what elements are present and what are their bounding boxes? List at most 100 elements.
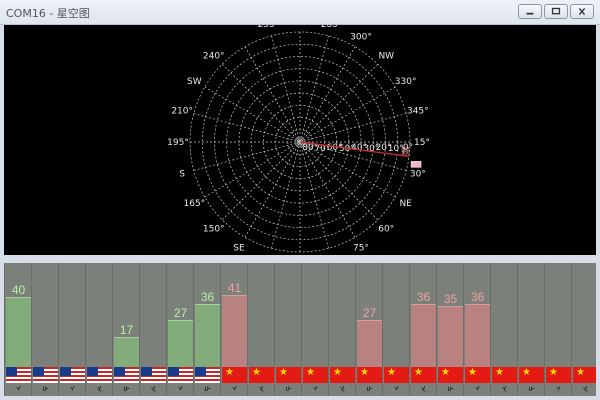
azimuth-label: 240°	[203, 52, 225, 62]
minimize-button[interactable]	[518, 4, 542, 19]
prn-label: ሃ	[16, 384, 21, 393]
snr-column[interactable]: 40 ሃ	[4, 263, 32, 396]
snr-value-label: 36	[416, 290, 431, 304]
snr-column[interactable]: 27 ★ ሁ	[355, 263, 383, 396]
azimuth-label: 255°	[258, 25, 280, 30]
azimuth-label: 345°	[407, 106, 429, 116]
azimuth-spoke	[244, 46, 301, 143]
azimuth-label: 150°	[203, 224, 225, 234]
snr-bar	[465, 304, 491, 368]
snr-column[interactable]: 36 ★ ሂ	[409, 263, 437, 396]
azimuth-spoke	[299, 113, 407, 143]
window-title: COM16 - 星空图	[6, 7, 90, 20]
azimuth-label: 75°	[353, 244, 369, 254]
china-flag-icon: ★	[222, 367, 248, 383]
snr-column[interactable]: ★ ሃ	[301, 263, 329, 396]
prn-label: ሁ	[123, 384, 130, 393]
china-flag-icon: ★	[330, 367, 356, 383]
snr-column[interactable]: ★ ሂ	[571, 263, 596, 396]
snr-value-label: 41	[227, 281, 242, 295]
azimuth-label: S	[179, 170, 185, 180]
snr-column[interactable]: 36 ★ ሃ	[463, 263, 491, 396]
prn-label: ሃ	[394, 384, 399, 393]
snr-value-label: 36	[470, 290, 485, 304]
maximize-icon	[551, 7, 561, 15]
close-button[interactable]	[570, 4, 594, 19]
snr-column[interactable]: ሃ	[58, 263, 86, 396]
china-flag-icon: ★	[384, 367, 410, 383]
us-flag-icon	[33, 367, 59, 383]
snr-column[interactable]: 17 ሁ	[112, 263, 140, 396]
snr-value-label: 40	[11, 283, 26, 297]
azimuth-spoke	[299, 141, 329, 249]
minimize-icon	[526, 12, 534, 15]
title-bar[interactable]: COM16 - 星空图	[0, 0, 600, 25]
snr-column[interactable]: ★ ሂ	[328, 263, 356, 396]
azimuth-spoke	[299, 35, 329, 143]
snr-column[interactable]: ★ ሁ	[274, 263, 302, 396]
china-flag-icon: ★	[438, 367, 464, 383]
azimuth-spoke	[299, 63, 379, 143]
snr-value-label: 17	[119, 323, 134, 337]
snr-value-label: 27	[173, 306, 188, 320]
azimuth-spoke	[221, 63, 301, 143]
snr-column[interactable]: 36 ሁ	[193, 263, 221, 396]
azimuth-label: SE	[233, 244, 245, 254]
azimuth-label: 330°	[395, 77, 417, 87]
snr-column[interactable]: ★ ሂ	[490, 263, 518, 396]
snr-bar	[222, 295, 248, 368]
us-flag-icon	[87, 367, 113, 383]
snr-column[interactable]: 35 ★ ሁ	[436, 263, 464, 396]
prn-label: ሃ	[475, 384, 480, 393]
snr-value-label: 27	[362, 306, 377, 320]
snr-column[interactable]: 27 ሃ	[166, 263, 194, 396]
azimuth-spoke	[271, 35, 301, 143]
us-flag-icon	[141, 367, 167, 383]
prn-label: ሂ	[340, 384, 345, 393]
maximize-button[interactable]	[544, 4, 568, 19]
azimuth-spoke	[193, 141, 301, 171]
satellite-icon[interactable]	[410, 161, 422, 168]
prn-label: ሁ	[285, 384, 292, 393]
snr-column[interactable]: ሁ	[31, 263, 59, 396]
snr-column[interactable]: ★ ሃ	[382, 263, 410, 396]
snr-column[interactable]: ★ ሃ	[544, 263, 572, 396]
china-flag-icon: ★	[519, 367, 545, 383]
prn-label: ሃ	[313, 384, 318, 393]
azimuth-spoke	[271, 141, 301, 249]
azimuth-label: 195°	[167, 138, 189, 148]
satellite-marker[interactable]: 颗	[401, 146, 410, 157]
azimuth-spoke	[299, 141, 356, 238]
us-flag-icon	[60, 367, 86, 383]
sky-view-plot: 255°W285°300°NW330°345°15°30°NE60°75°E10…	[4, 25, 596, 255]
snr-column[interactable]: ★ ሁ	[517, 263, 545, 396]
azimuth-label: 210°	[171, 106, 193, 116]
prn-label: ሃ	[232, 384, 237, 393]
panel-divider[interactable]	[0, 255, 600, 263]
azimuth-label: 15°	[414, 138, 430, 148]
us-flag-icon	[114, 367, 140, 383]
prn-label: ሂ	[259, 384, 264, 393]
snr-column[interactable]: ★ ሂ	[247, 263, 275, 396]
prn-label: ሂ	[502, 384, 507, 393]
snr-column[interactable]: ሂ	[85, 263, 113, 396]
azimuth-label: 30°	[410, 170, 426, 180]
azimuth-label: SW	[187, 77, 202, 87]
prn-label: ሃ	[556, 384, 561, 393]
us-flag-icon	[195, 367, 221, 383]
snr-bar	[411, 304, 437, 368]
prn-label: ሁ	[447, 384, 454, 393]
china-flag-icon: ★	[357, 367, 383, 383]
window-controls	[518, 4, 594, 19]
china-flag-icon: ★	[573, 367, 596, 383]
snr-column[interactable]: ሂ	[139, 263, 167, 396]
china-flag-icon: ★	[492, 367, 518, 383]
azimuth-label: NW	[378, 52, 394, 62]
prn-label: ሁ	[42, 384, 49, 393]
china-flag-icon: ★	[411, 367, 437, 383]
snr-column[interactable]: 41 ★ ሃ	[220, 263, 248, 396]
china-flag-icon: ★	[276, 367, 302, 383]
snr-bar	[114, 337, 140, 368]
snr-bar	[195, 304, 221, 368]
azimuth-spoke	[244, 141, 301, 238]
